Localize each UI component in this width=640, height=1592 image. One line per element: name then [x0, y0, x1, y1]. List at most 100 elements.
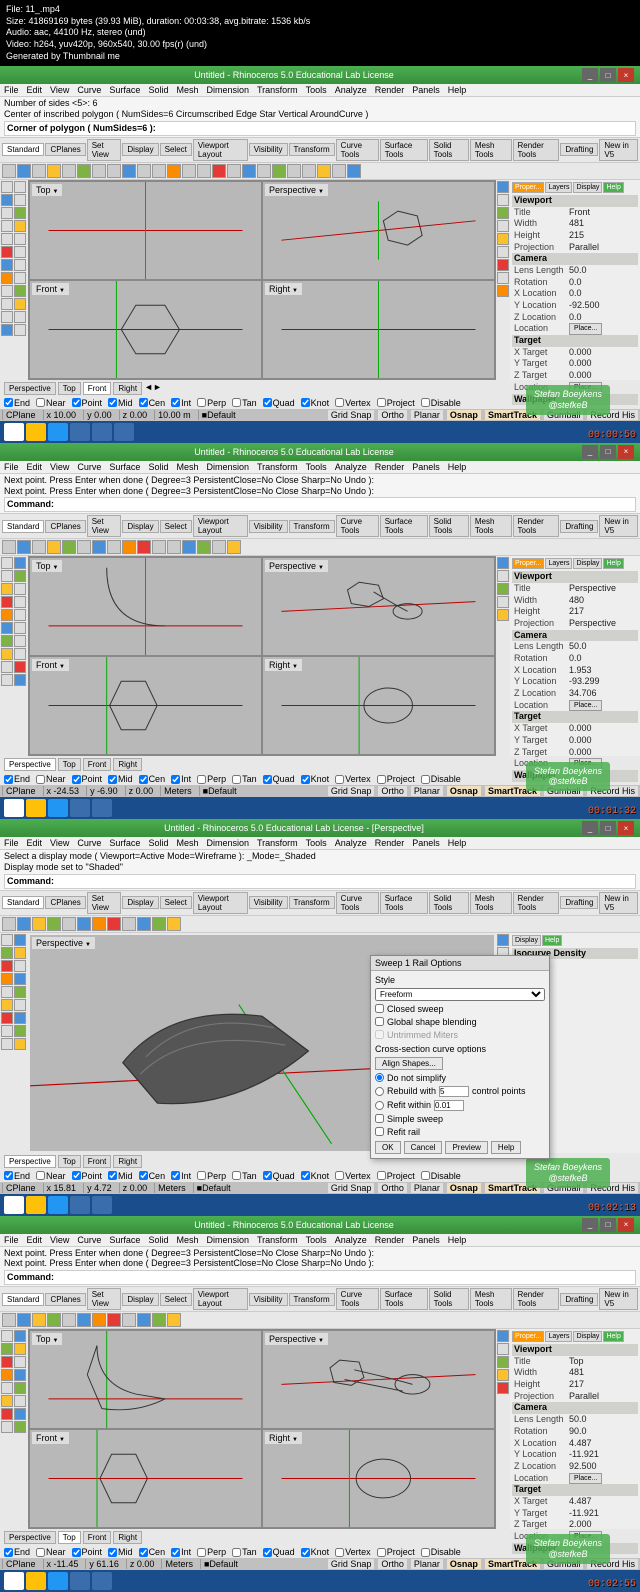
rt-icon[interactable] [497, 181, 509, 193]
menu-solid[interactable]: Solid [148, 85, 168, 95]
tool-icon[interactable] [92, 164, 106, 178]
vp-label-persp[interactable]: Perspective▼ [265, 184, 328, 196]
lt-icon[interactable] [14, 246, 26, 258]
maximize-button[interactable]: □ [600, 68, 616, 82]
simple-sweep-check[interactable] [375, 1114, 384, 1123]
start-button[interactable] [4, 423, 24, 441]
panel-tab-properties[interactable]: Proper... [512, 182, 544, 193]
toolbar-tab-standard[interactable]: Standard [2, 143, 44, 156]
vtab-right[interactable]: Right [113, 382, 142, 395]
tool-icon[interactable] [137, 164, 151, 178]
vp-label-front[interactable]: Front▼ [32, 283, 69, 295]
style-select[interactable]: Freeform [375, 988, 545, 1001]
tool-icon[interactable] [347, 164, 361, 178]
status-cplane[interactable]: CPlane [2, 410, 39, 420]
preview-button[interactable]: Preview [445, 1141, 487, 1154]
viewport-perspective-max[interactable]: Perspective▼ Sweep 1 Rail Options Style … [30, 935, 494, 1151]
rt-icon[interactable] [497, 285, 509, 297]
toolbar-tab-vplayout[interactable]: Viewport Layout [193, 139, 248, 161]
viewport-top[interactable]: Top▼ [30, 182, 261, 279]
lt-icon[interactable] [14, 324, 26, 336]
panel-tab-display[interactable]: Display [573, 182, 602, 193]
menu-transform[interactable]: Transform [257, 85, 298, 95]
lt-icon[interactable] [1, 207, 13, 219]
toolbar-tab-newv5[interactable]: New in V5 [599, 139, 638, 161]
toolbar-tab-select[interactable]: Select [160, 143, 192, 156]
tool-icon[interactable] [17, 164, 31, 178]
osnap-end[interactable] [4, 398, 13, 407]
tool-icon[interactable] [152, 164, 166, 178]
closed-sweep-check[interactable] [375, 1004, 384, 1013]
menu-render[interactable]: Render [375, 85, 405, 95]
lt-icon[interactable] [1, 233, 13, 245]
global-blend-check[interactable] [375, 1017, 384, 1026]
lt-icon[interactable] [1, 181, 13, 193]
align-shapes-button[interactable]: Align Shapes... [375, 1057, 443, 1070]
lt-icon[interactable] [1, 285, 13, 297]
toolbar-tab-meshtools[interactable]: Mesh Tools [470, 139, 512, 161]
osnap-int[interactable] [171, 398, 180, 407]
tool-icon[interactable] [47, 164, 61, 178]
toolbar-tab-rendertools[interactable]: Render Tools [513, 139, 560, 161]
menu-analyze[interactable]: Analyze [335, 85, 367, 95]
toolbar-tab-setview[interactable]: Set View [87, 139, 122, 161]
tool-icon[interactable] [272, 164, 286, 178]
lt-icon[interactable] [14, 272, 26, 284]
lt-icon[interactable] [1, 324, 13, 336]
taskbar-item[interactable] [114, 423, 134, 441]
osnap-point[interactable] [72, 398, 81, 407]
toolbar-tab-surfacetools[interactable]: Surface Tools [380, 139, 428, 161]
tool-icon[interactable] [122, 164, 136, 178]
tool-icon[interactable] [107, 164, 121, 178]
ortho-toggle[interactable]: Ortho [378, 410, 407, 420]
panel-tab-help[interactable]: Help [603, 182, 623, 193]
lt-icon[interactable] [14, 181, 26, 193]
gridsnap-toggle[interactable]: Grid Snap [328, 410, 375, 420]
vtab-perspective[interactable]: Perspective [4, 382, 56, 395]
planar-toggle[interactable]: Planar [411, 410, 443, 420]
cmd-prompt[interactable]: Corner of polygon ( NumSides=6 ): [7, 123, 156, 133]
toolbar-tab-cplanes[interactable]: CPlanes [45, 143, 85, 156]
refit-input[interactable] [434, 1100, 464, 1111]
tool-icon[interactable] [212, 164, 226, 178]
menu-mesh[interactable]: Mesh [176, 85, 198, 95]
osnap-quad[interactable] [263, 398, 272, 407]
refit-rail-check[interactable] [375, 1127, 384, 1136]
viewport-perspective[interactable]: Perspective▼ [263, 182, 494, 279]
tool-icon[interactable] [317, 164, 331, 178]
rt-icon[interactable] [497, 259, 509, 271]
lt-icon[interactable] [14, 259, 26, 271]
toolbar-tab-display[interactable]: Display [122, 143, 158, 156]
lt-icon[interactable] [1, 311, 13, 323]
osnap-tan[interactable] [232, 398, 241, 407]
rt-icon[interactable] [497, 207, 509, 219]
prop-projection[interactable]: Parallel [569, 242, 636, 254]
lt-icon[interactable] [1, 246, 13, 258]
refit-radio[interactable] [375, 1101, 384, 1110]
taskbar-item[interactable] [48, 423, 68, 441]
menu-curve[interactable]: Curve [77, 85, 101, 95]
toolbar-tab-transform[interactable]: Transform [289, 143, 335, 156]
tool-icon[interactable] [182, 164, 196, 178]
lt-icon[interactable] [1, 194, 13, 206]
toolbar-tab-visibility[interactable]: Visibility [249, 143, 288, 156]
taskbar-item[interactable] [92, 423, 112, 441]
prop-height[interactable]: 215 [569, 230, 636, 242]
tool-icon[interactable] [302, 164, 316, 178]
tool-icon[interactable] [332, 164, 346, 178]
osnap-mid[interactable] [108, 398, 117, 407]
tool-icon[interactable] [167, 164, 181, 178]
menu-view[interactable]: View [50, 85, 69, 95]
osnap-vertex[interactable] [335, 398, 344, 407]
menu-file[interactable]: File [4, 85, 19, 95]
menu-help[interactable]: Help [448, 85, 467, 95]
menu-panels[interactable]: Panels [412, 85, 440, 95]
prop-width[interactable]: 481 [569, 218, 636, 230]
lt-icon[interactable] [14, 285, 26, 297]
vtab-front[interactable]: Front [83, 382, 112, 395]
viewport-right[interactable]: Right▼ [263, 281, 494, 378]
tool-icon[interactable] [242, 164, 256, 178]
taskbar-item[interactable] [26, 423, 46, 441]
rebuild-radio[interactable] [375, 1087, 384, 1096]
tool-icon[interactable] [77, 164, 91, 178]
